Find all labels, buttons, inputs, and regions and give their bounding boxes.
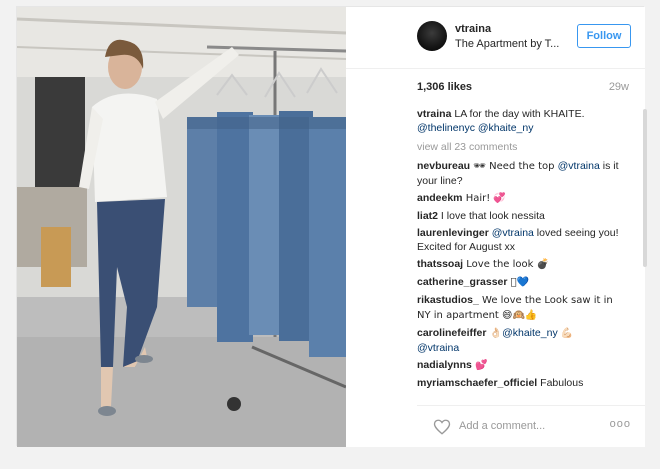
comment-mention[interactable]: @vtraina [417, 342, 459, 354]
post-header: vtraina The Apartment by T... Follow [346, 7, 645, 69]
comment-text: I love that look nessita [438, 210, 545, 222]
comment-text: Hair! 💞 [462, 193, 506, 204]
heart-icon[interactable] [433, 418, 451, 436]
view-all-comments-link[interactable]: view all 23 comments [417, 140, 627, 154]
comment-item: catherine_grasser 🏻💙 [417, 275, 627, 290]
caption-username[interactable]: vtraina [417, 108, 451, 120]
post-sidebar: vtraina The Apartment by T... Follow 1,3… [346, 7, 647, 447]
comment-item: liat2 I love that look nessita [417, 209, 627, 223]
page-background: vtraina The Apartment by T... Follow 1,3… [0, 0, 660, 469]
add-comment-input[interactable]: Add a comment... [459, 420, 545, 432]
comment-item: rikastudios_ We love the Look saw it in … [417, 293, 627, 323]
comment-mention[interactable]: @vtraina [489, 227, 534, 239]
caption-text: LA for the day with KHAITE. [451, 108, 585, 120]
post-age[interactable]: 29w [609, 81, 629, 93]
post-photo[interactable] [17, 7, 346, 447]
comment-username[interactable]: myriamschaefer_officiel [417, 377, 537, 389]
post-card: vtraina The Apartment by T... Follow 1,3… [16, 6, 647, 447]
caption-mention[interactable]: @khaite_ny [478, 122, 534, 134]
comment-username[interactable]: thatssoaj [417, 258, 463, 270]
comment-username[interactable]: nadialynns [417, 359, 472, 371]
comment-item: laurenlevinger @vtraina loved seeing you… [417, 226, 627, 254]
comment-username[interactable]: nevbureau [417, 160, 470, 172]
comment-mention[interactable]: @khaite_ny [502, 327, 558, 339]
comment-username[interactable]: rikastudios_ [417, 294, 479, 306]
post-location[interactable]: The Apartment by T... [455, 38, 559, 50]
comment-text: 💕 [471, 360, 488, 371]
add-comment-bar: Add a comment... ooo [417, 405, 645, 447]
caption: vtraina LA for the day with KHAITE. @the… [417, 107, 627, 135]
comments-list[interactable]: vtraina LA for the day with KHAITE. @the… [417, 107, 627, 397]
more-options-icon[interactable]: ooo [610, 418, 631, 430]
comment-item: thatssoaj Love the look 💣 [417, 257, 627, 272]
comments-scrollbar[interactable] [643, 109, 647, 267]
likes-count[interactable]: 1,306 likes [417, 81, 472, 93]
comment-item: nevbureau 🕶 Need the top @vtraina is it … [417, 159, 627, 188]
follow-button[interactable]: Follow [577, 24, 631, 48]
comment-text: 🕶 Need the top [470, 161, 558, 172]
comment-mention[interactable]: @vtraina [558, 160, 600, 172]
comment-text: 💪🏻 [557, 328, 574, 339]
comment-username[interactable]: catherine_grasser [417, 276, 507, 288]
comment-item: carolinefeiffer 👌🏻@khaite_ny 💪🏻 @vtraina [417, 326, 627, 355]
comment-text: 🏻💙 [507, 277, 530, 288]
comment-item: nadialynns 💕 [417, 358, 627, 373]
avatar[interactable] [417, 21, 447, 51]
comment-text: Fabulous [537, 377, 584, 389]
comment-item: andeekm Hair! 💞 [417, 191, 627, 206]
comment-username[interactable]: andeekm [417, 192, 463, 204]
comment-username[interactable]: carolinefeiffer [417, 327, 486, 339]
caption-mention[interactable]: @thelinenyc [417, 122, 475, 134]
comment-item: myriamschaefer_officiel Fabulous [417, 376, 627, 390]
post-username[interactable]: vtraina [455, 23, 491, 35]
comment-username[interactable]: laurenlevinger [417, 227, 489, 239]
comment-text: Love the look 💣 [463, 259, 550, 270]
comment-username[interactable]: liat2 [417, 210, 438, 222]
post-photo-illustration [17, 7, 346, 447]
comment-text: 👌🏻 [486, 328, 503, 339]
